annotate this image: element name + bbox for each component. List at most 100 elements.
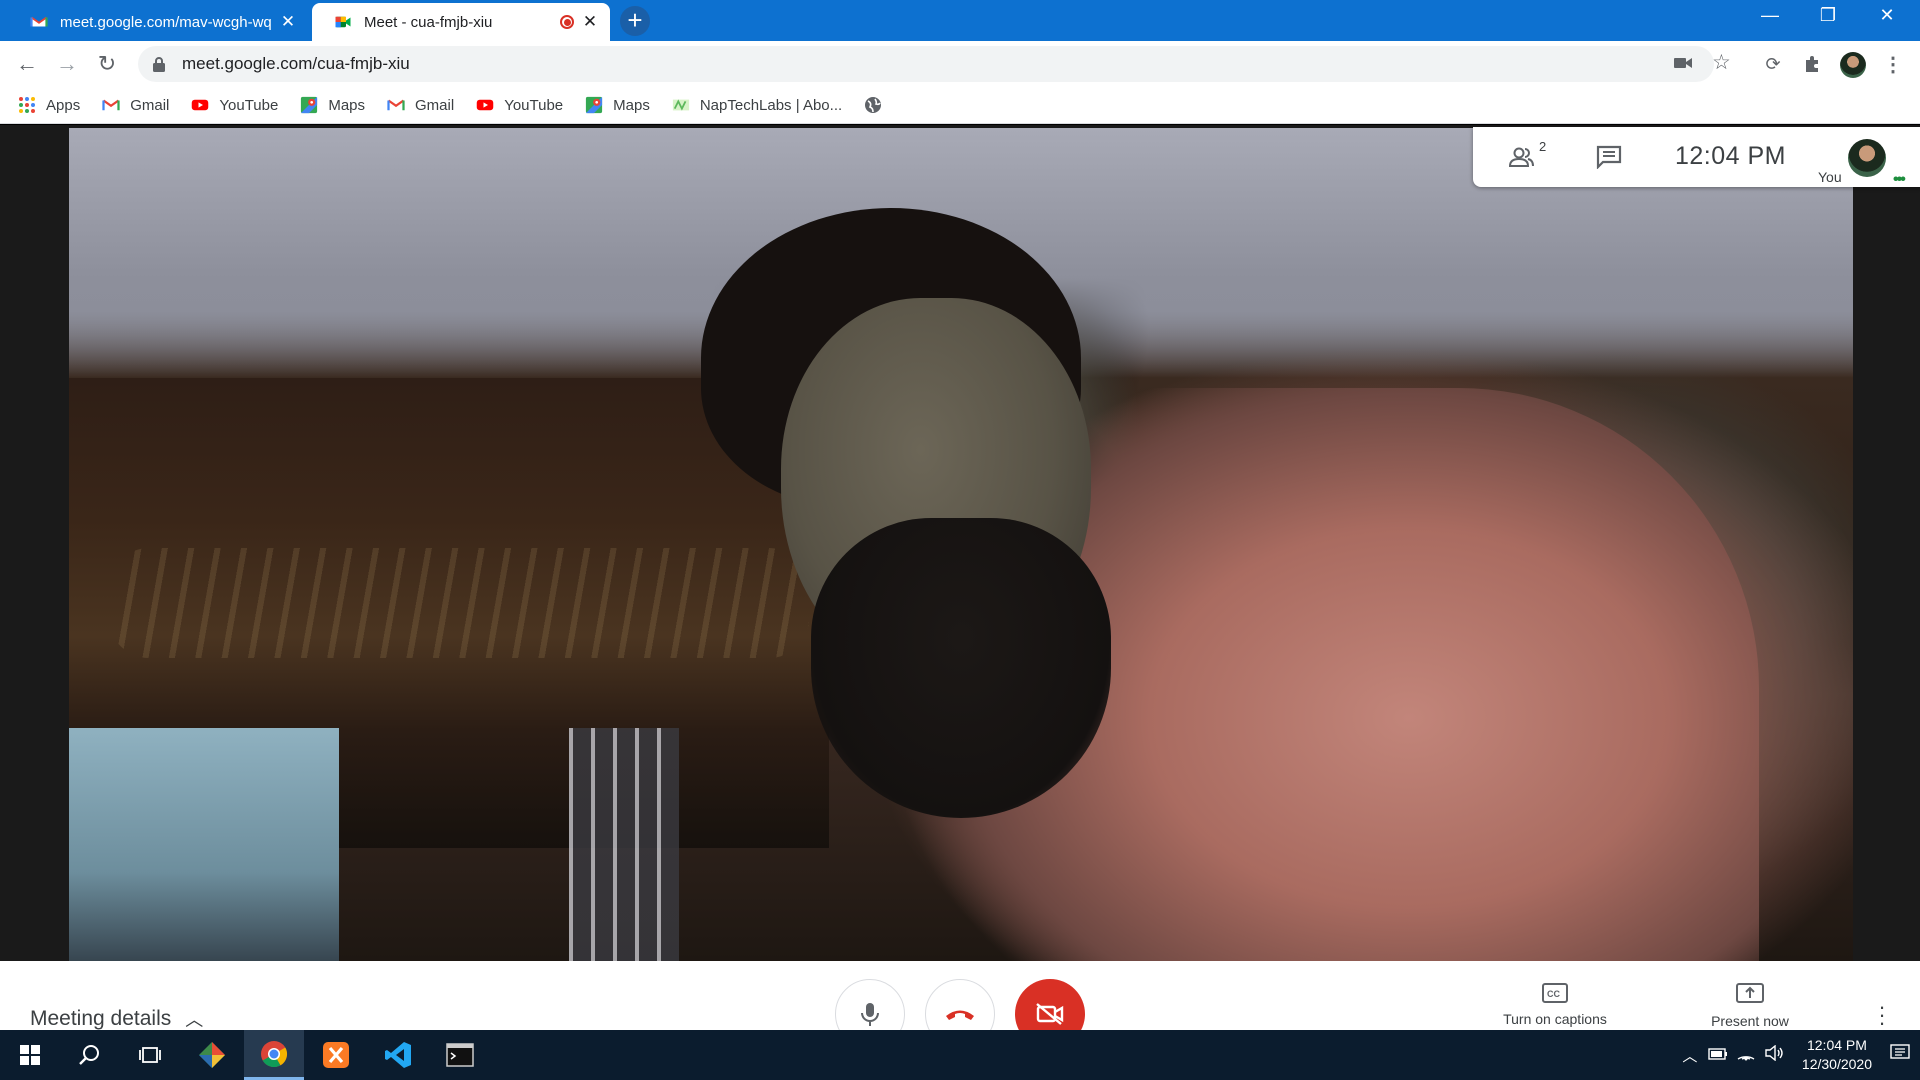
notifications-icon[interactable] <box>1880 1043 1920 1067</box>
gmail-icon <box>387 99 405 111</box>
bookmark-label: Maps <box>613 96 650 114</box>
chrome-icon[interactable] <box>244 1030 304 1080</box>
self-label: You <box>1818 169 1842 185</box>
people-icon <box>1508 147 1534 167</box>
gmail-icon <box>30 16 48 27</box>
chat-button[interactable] <box>1594 143 1624 171</box>
bookmark-star-icon[interactable]: ☆ <box>1712 50 1731 75</box>
bookmark-globe[interactable] <box>864 96 892 114</box>
wifi-icon[interactable] <box>1732 1045 1760 1065</box>
lock-icon <box>153 57 165 72</box>
video-person-head <box>701 208 1161 828</box>
search-icon[interactable] <box>60 1030 120 1080</box>
sourcetree-icon[interactable] <box>182 1030 242 1080</box>
terminal-icon[interactable] <box>430 1030 490 1080</box>
tab-meet-mav[interactable]: meet.google.com/mav-wcgh-wq ✕ <box>8 3 308 41</box>
maps-icon <box>586 96 603 114</box>
new-tab-button[interactable]: + <box>620 6 650 36</box>
bookmark-youtube[interactable]: YouTube <box>476 96 563 114</box>
self-avatar[interactable] <box>1848 139 1886 177</box>
naptechlabs-icon <box>672 99 689 111</box>
windows-taskbar: ︿ 12:04 PM 12/30/2020 <box>0 1030 1920 1080</box>
taskbar-clock[interactable]: 12:04 PM 12/30/2020 <box>1802 1036 1872 1074</box>
camera-in-use-icon[interactable] <box>1674 56 1692 70</box>
extensions-puzzle-icon[interactable] <box>1800 52 1824 76</box>
close-tab-icon[interactable]: ✕ <box>278 12 298 32</box>
microphone-icon <box>861 1003 879 1026</box>
tab-title: meet.google.com/mav-wcgh-wq <box>60 13 272 31</box>
chevron-up-icon: ︿ <box>185 1010 204 1030</box>
taskbar-time: 12:04 PM <box>1806 1037 1867 1053</box>
browser-tabstrip: meet.google.com/mav-wcgh-wq ✕ Meet - cua… <box>0 0 1920 41</box>
xampp-icon[interactable] <box>306 1030 366 1080</box>
bookmark-apps[interactable]: Apps <box>18 96 80 114</box>
forward-icon[interactable]: → <box>51 48 83 80</box>
video-pillow <box>69 728 339 961</box>
bookmark-gmail[interactable]: Gmail <box>387 96 454 114</box>
meet-top-tray: 2 12:04 PM You ••• <box>1473 127 1920 188</box>
windows-start-icon[interactable] <box>0 1030 60 1080</box>
browser-toolbar: ← → ↻ meet.google.com/cua-fmjb-xiu ☆ ⟳ ⋮ <box>0 41 1920 87</box>
tab-title: Meet - cua-fmjb-xiu <box>364 13 493 31</box>
bookmark-maps[interactable]: Maps <box>300 96 365 114</box>
svg-text:CC: CC <box>1547 989 1560 999</box>
bookmark-label: Apps <box>46 96 81 114</box>
meet-stage: 2 12:04 PM You ••• Meeting details ︿ CC … <box>0 125 1920 1049</box>
bookmark-label: Gmail <box>415 96 455 114</box>
maps-icon <box>301 96 318 114</box>
meeting-clock: 12:04 PM <box>1675 142 1787 170</box>
captions-button[interactable]: CC Turn on captions <box>1480 983 1630 1027</box>
youtube-icon <box>476 99 494 111</box>
speaking-indicator-icon: ••• <box>1893 171 1906 188</box>
captions-label: Turn on captions <box>1503 1011 1607 1027</box>
minimize-icon[interactable]: — <box>1747 0 1793 30</box>
vscode-icon[interactable] <box>368 1030 428 1080</box>
reload-icon[interactable]: ↻ <box>91 48 123 80</box>
volume-icon[interactable] <box>1760 1044 1788 1065</box>
bookmark-label: NapTechLabs | Abo... <box>699 96 843 114</box>
address-bar[interactable]: meet.google.com/cua-fmjb-xiu <box>138 46 1714 82</box>
task-view-icon[interactable] <box>120 1030 180 1080</box>
bookmark-gmail[interactable]: Gmail <box>102 96 169 114</box>
bookmark-naptechlabs[interactable]: NapTechLabs | Abo... <box>672 96 842 114</box>
closed-captions-icon: CC <box>1542 983 1568 1003</box>
bookmark-youtube[interactable]: YouTube <box>191 96 278 114</box>
battery-icon[interactable] <box>1704 1047 1732 1064</box>
close-tab-icon[interactable]: ✕ <box>580 12 600 32</box>
close-window-icon[interactable]: ✕ <box>1864 0 1910 30</box>
restore-icon[interactable]: ❐ <box>1805 0 1851 30</box>
gmail-icon <box>102 99 120 111</box>
recording-indicator-icon <box>560 15 574 29</box>
meet-icon <box>335 16 351 28</box>
tab-meet-cua[interactable]: Meet - cua-fmjb-xiu ✕ <box>312 3 610 41</box>
youtube-icon <box>192 99 209 111</box>
hang-up-icon <box>946 1010 974 1020</box>
back-icon[interactable]: ← <box>11 48 43 80</box>
meet-control-bar: Meeting details ︿ CC Turn on captions Pr… <box>0 961 1920 1049</box>
meeting-details-label: Meeting details <box>30 1007 172 1030</box>
profile-avatar[interactable] <box>1840 52 1866 78</box>
bookmark-label: Maps <box>328 96 366 114</box>
sync-extension-icon[interactable]: ⟳ <box>1761 52 1785 76</box>
present-now-button[interactable]: Present now <box>1675 983 1825 1029</box>
chat-icon <box>1596 145 1622 169</box>
participants-button[interactable]: 2 <box>1503 139 1546 171</box>
bookmark-maps[interactable]: Maps <box>585 96 650 114</box>
apps-grid-icon <box>19 97 35 113</box>
chrome-menu-icon[interactable]: ⋮ <box>1881 52 1905 76</box>
video-slats <box>569 728 679 961</box>
more-options-icon[interactable]: · · · <box>1870 996 1894 1034</box>
meeting-details-button[interactable]: Meeting details ︿ <box>30 1006 203 1032</box>
taskbar-date: 12/30/2020 <box>1801 1056 1872 1072</box>
bookmark-label: YouTube <box>504 96 564 114</box>
present-label: Present now <box>1711 1013 1789 1029</box>
camera-off-icon <box>1036 1003 1064 1025</box>
present-screen-icon <box>1736 983 1764 1003</box>
chevron-up-icon[interactable]: ︿ <box>1676 1045 1704 1066</box>
participant-count: 2 <box>1539 139 1547 154</box>
system-tray: ︿ 12:04 PM 12/30/2020 <box>1676 1030 1920 1080</box>
participant-video: 2 12:04 PM You ••• <box>0 125 1920 961</box>
bookmark-label: Gmail <box>130 96 170 114</box>
video-beard <box>811 518 1111 818</box>
bookmark-label: YouTube <box>219 96 279 114</box>
